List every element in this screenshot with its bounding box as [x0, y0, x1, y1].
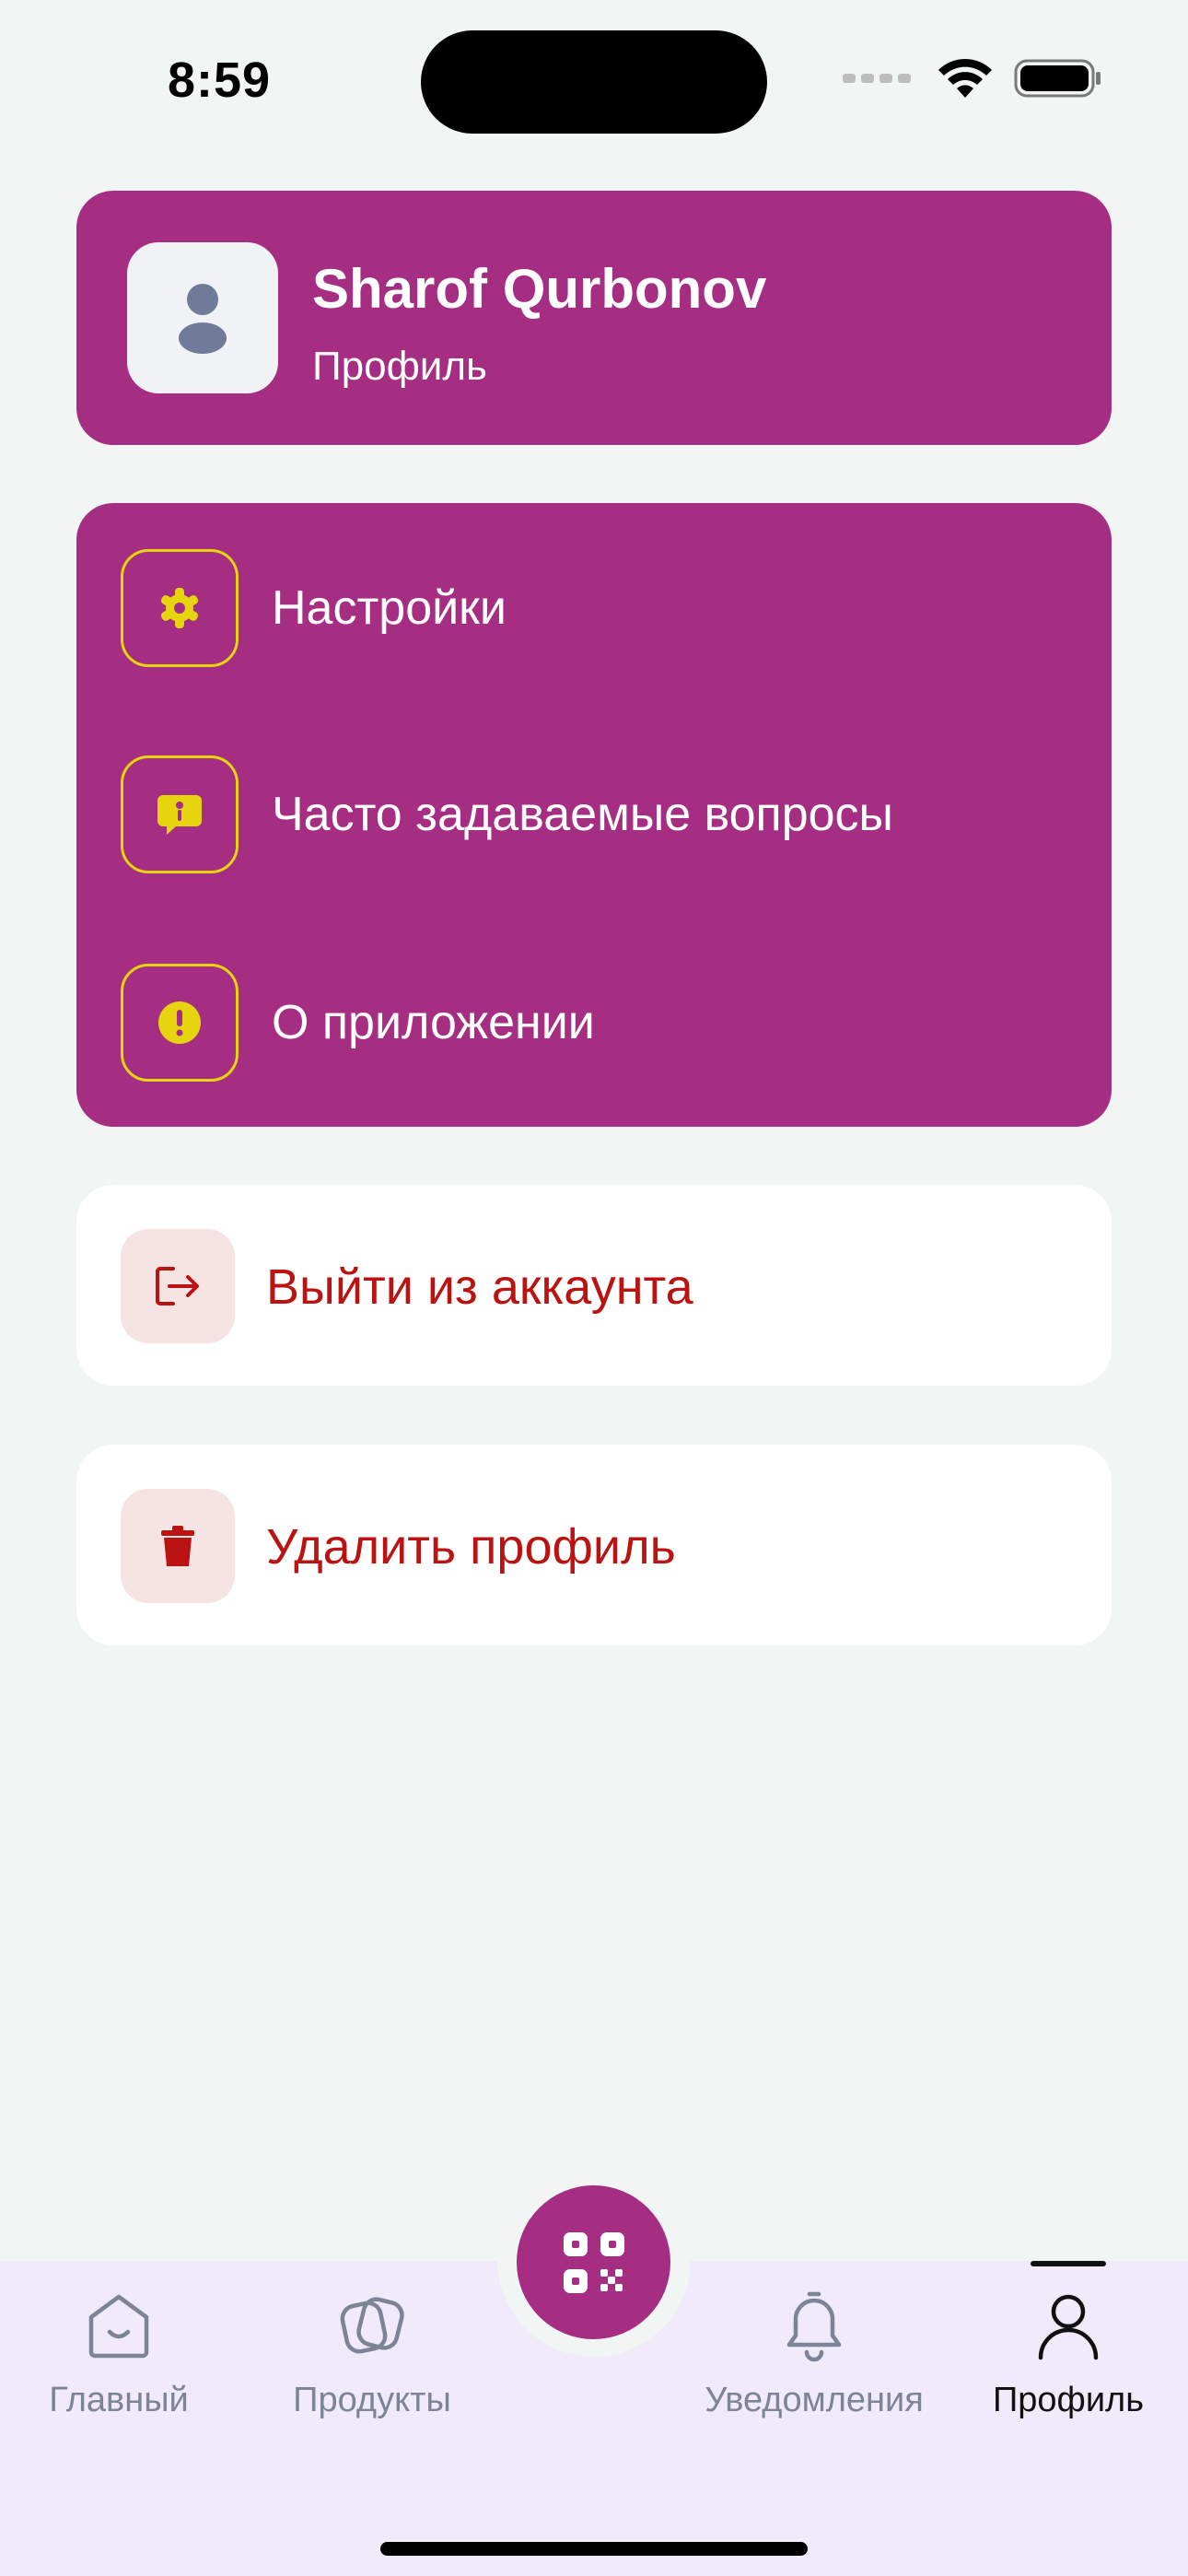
- profile-icon: [1038, 2294, 1099, 2360]
- question-bubble-icon: [121, 755, 239, 873]
- delete-profile-button[interactable]: Удалить профиль: [76, 1445, 1112, 1645]
- logout-icon: [121, 1229, 235, 1343]
- home-indicator: [380, 2542, 808, 2556]
- status-time: 8:59: [168, 53, 272, 108]
- battery-icon: [1014, 59, 1101, 98]
- nav-label-home: Главный: [49, 2381, 189, 2419]
- profile-screen: 8:59 Sharof Qurbonov Профиль Настройки Ч…: [0, 0, 1188, 2576]
- profile-card[interactable]: Sharof Qurbonov Профиль: [76, 191, 1112, 445]
- menu-item-about[interactable]: О приложении: [76, 951, 1112, 1098]
- delete-profile-label: Удалить профиль: [266, 1519, 676, 1575]
- nav-label-profile: Профиль: [992, 2381, 1145, 2419]
- logout-button[interactable]: Выйти из аккаунта: [76, 1185, 1112, 1386]
- products-icon: [340, 2297, 404, 2354]
- menu-label-faq: Часто задаваемые вопросы: [272, 788, 893, 841]
- menu-item-faq[interactable]: Часто задаваемые вопросы: [76, 743, 1112, 890]
- nav-label-products: Продукты: [293, 2381, 451, 2419]
- trash-icon: [121, 1489, 235, 1603]
- nav-item-profile[interactable]: Профиль: [939, 2285, 1188, 2420]
- profile-subtitle: Профиль: [312, 344, 487, 389]
- status-indicators: [843, 57, 1102, 100]
- logout-label: Выйти из аккаунта: [266, 1259, 693, 1315]
- nav-item-home[interactable]: Главный: [0, 2285, 248, 2420]
- active-tab-indicator: [1031, 2261, 1106, 2266]
- menu-label-about: О приложении: [272, 996, 595, 1049]
- home-icon: [88, 2294, 149, 2359]
- menu-item-settings[interactable]: Настройки: [76, 534, 1112, 682]
- avatar: [127, 242, 278, 393]
- info-icon: [121, 964, 239, 1082]
- qr-scan-button[interactable]: [517, 2185, 670, 2339]
- nav-label-notifications: Уведомления: [705, 2381, 924, 2419]
- profile-name: Sharof Qurbonov: [312, 258, 767, 320]
- gear-icon: [121, 549, 239, 667]
- qr-scan-icon: [563, 2231, 624, 2293]
- cellular-signal-icon: [843, 74, 911, 83]
- menu-label-settings: Настройки: [272, 581, 507, 635]
- user-avatar-icon: [179, 284, 227, 354]
- wifi-icon: [938, 58, 992, 98]
- settings-menu-card: Настройки Часто задаваемые вопросы О при…: [76, 503, 1112, 1127]
- dynamic-island: [421, 30, 767, 134]
- nav-item-notifications[interactable]: Уведомления: [685, 2285, 943, 2420]
- nav-item-products[interactable]: Продукты: [243, 2285, 501, 2420]
- bell-icon: [786, 2291, 842, 2362]
